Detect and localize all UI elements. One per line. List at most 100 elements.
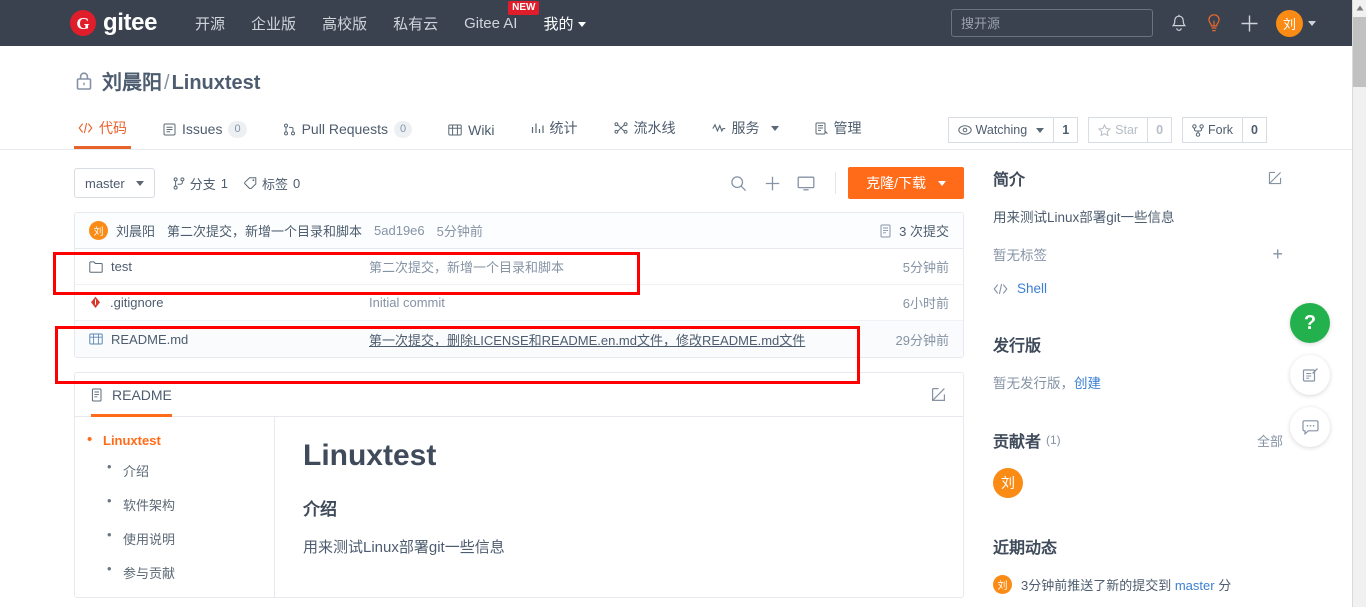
toc-link-architecture[interactable]: 软件架构	[123, 498, 175, 513]
edit-readme-icon[interactable]	[930, 386, 947, 403]
history-icon	[880, 224, 893, 238]
lightbulb-icon[interactable]	[1205, 13, 1223, 33]
chevron-down-icon	[1036, 127, 1045, 133]
add-file-icon[interactable]	[755, 168, 789, 198]
readme-card: README Linuxtest 介绍 软件架构 使用说明 参与贡献	[74, 372, 964, 598]
tab-readme[interactable]: README	[91, 373, 172, 417]
tab-pull-requests[interactable]: Pull Requests 0	[265, 120, 431, 149]
tab-service[interactable]: 服务	[694, 118, 797, 149]
file-entry-test[interactable]: test	[89, 259, 369, 274]
branch-selector[interactable]: master	[74, 168, 155, 198]
nav-link-enterprise[interactable]: 企业版	[251, 13, 296, 34]
sidebar-intro-description: 用来测试Linux部署git一些信息	[993, 210, 1175, 225]
commit-time: 5分钟前	[436, 224, 483, 239]
activity-branch-link[interactable]: master	[1175, 578, 1215, 593]
service-icon	[711, 123, 726, 133]
tab-code[interactable]: 代码	[74, 118, 145, 149]
search-input[interactable]	[951, 9, 1153, 37]
web-ide-icon[interactable]	[789, 168, 823, 198]
branch-icon	[173, 176, 185, 190]
gitee-logo-mark: G	[70, 10, 96, 36]
page-scrollbar[interactable]	[1352, 0, 1366, 607]
code-icon	[993, 283, 1008, 295]
nav-right-group: 刘	[951, 9, 1316, 37]
tab-settings[interactable]: 管理	[797, 118, 880, 149]
tab-wiki[interactable]: Wiki	[430, 122, 512, 149]
search-icon[interactable]	[721, 168, 755, 198]
fork-button[interactable]: Fork	[1182, 117, 1244, 143]
table-row[interactable]: README.md 第一次提交，删除LICENSE和README.en.md文件…	[75, 321, 963, 357]
help-icon[interactable]: ?	[1290, 303, 1330, 343]
tab-service-label: 服务	[731, 120, 760, 136]
branches-link[interactable]: 分支 1	[173, 174, 228, 193]
bell-icon[interactable]	[1170, 14, 1188, 33]
chevron-down-icon	[938, 180, 946, 186]
tab-statistics[interactable]: 统计	[513, 118, 596, 149]
add-tag-icon[interactable]: +	[1272, 245, 1283, 263]
chart-icon	[531, 122, 544, 134]
toc-link-intro[interactable]: 介绍	[123, 464, 149, 479]
nav-link-private-cloud[interactable]: 私有云	[393, 13, 438, 34]
watch-button[interactable]: Watching	[947, 117, 1055, 143]
star-label: Star	[1115, 123, 1139, 137]
toc-link-root[interactable]: Linuxtest	[103, 433, 161, 448]
repo-name[interactable]: Linuxtest	[172, 72, 261, 94]
fork-count[interactable]: 0	[1243, 117, 1267, 143]
chevron-down-icon	[1308, 20, 1316, 26]
file-commit-message[interactable]: 第一次提交，删除LICENSE和README.en.md文件，修改README.…	[369, 330, 896, 349]
document-icon	[91, 388, 104, 402]
readme-heading-2: 介绍	[303, 500, 337, 519]
file-entry-readme[interactable]: README.md	[89, 332, 369, 347]
tab-issues[interactable]: Issues 0	[145, 120, 265, 149]
file-updated-time: 29分钟前	[895, 332, 949, 348]
contributors-all-link[interactable]: 全部	[1257, 431, 1283, 450]
star-count[interactable]: 0	[1148, 117, 1173, 143]
tags-label: 标签	[261, 176, 288, 192]
eye-icon	[957, 125, 972, 135]
avatar[interactable]: 刘	[993, 468, 1023, 498]
file-entry-gitignore[interactable]: .gitignore	[89, 295, 369, 310]
file-updated-time: 5分钟前	[902, 260, 949, 275]
toc-link-contribute[interactable]: 参与贡献	[123, 566, 175, 581]
feedback-edit-icon[interactable]	[1290, 355, 1330, 395]
repo-owner[interactable]: 刘晨阳	[102, 72, 162, 94]
clone-download-button[interactable]: 克隆/下载	[848, 167, 964, 199]
scroll-up-arrow[interactable]	[1353, 0, 1366, 16]
gitee-logo-text: gitee	[103, 9, 158, 36]
commit-author[interactable]: 刘晨阳	[116, 221, 155, 240]
star-button[interactable]: Star	[1088, 117, 1149, 143]
table-row[interactable]: .gitignore Initial commit 6小时前	[75, 285, 963, 321]
tab-issues-count: 0	[228, 120, 247, 138]
file-commit-message[interactable]: Initial commit	[369, 295, 903, 310]
file-commit-message[interactable]: 第二次提交，新增一个目录和脚本	[369, 257, 903, 276]
plus-icon[interactable]	[1240, 14, 1259, 33]
commit-sha[interactable]: 5ad19e6	[374, 223, 425, 238]
edit-intro-icon[interactable]	[1267, 170, 1283, 186]
toc-root-item: Linuxtest 介绍 软件架构 使用说明 参与贡献	[85, 431, 274, 582]
wiki-icon	[448, 124, 462, 136]
toc-link-usage[interactable]: 使用说明	[123, 532, 175, 547]
sidebar-language-label[interactable]: Shell	[1017, 281, 1047, 296]
commit-count-link[interactable]: 3 次提交	[880, 221, 949, 240]
commit-message[interactable]: 第二次提交，新增一个目录和脚本	[167, 221, 362, 240]
nav-link-opensource[interactable]: 开源	[195, 13, 225, 34]
avatar[interactable]: 刘	[993, 575, 1012, 594]
tags-link[interactable]: 标签 0	[244, 174, 300, 193]
create-release-link[interactable]: 创建	[1074, 376, 1101, 391]
list-item: 使用说明	[103, 527, 274, 548]
tab-pipeline[interactable]: 流水线	[596, 118, 694, 149]
file-name-label: .gitignore	[110, 295, 164, 310]
comment-icon[interactable]	[1290, 407, 1330, 447]
sidebar-tags-row: 暂无标签 +	[993, 244, 1283, 264]
nav-link-mine[interactable]: 我的	[543, 13, 587, 34]
nav-link-gitee-ai[interactable]: Gitee AI NEW	[464, 0, 540, 32]
sidebar-contributors-count: (1)	[1046, 433, 1061, 447]
sidebar-release-title: 发行版	[993, 338, 1042, 355]
table-row[interactable]: test 第二次提交，新增一个目录和脚本 5分钟前	[75, 249, 963, 285]
nav-link-education[interactable]: 高校版	[322, 13, 367, 34]
user-menu[interactable]: 刘	[1276, 9, 1316, 37]
scroll-thumb[interactable]	[1353, 17, 1366, 87]
gitee-logo[interactable]: G gitee	[70, 9, 157, 37]
readme-table-of-contents: Linuxtest 介绍 软件架构 使用说明 参与贡献	[75, 417, 275, 597]
watch-count[interactable]: 1	[1054, 117, 1079, 143]
